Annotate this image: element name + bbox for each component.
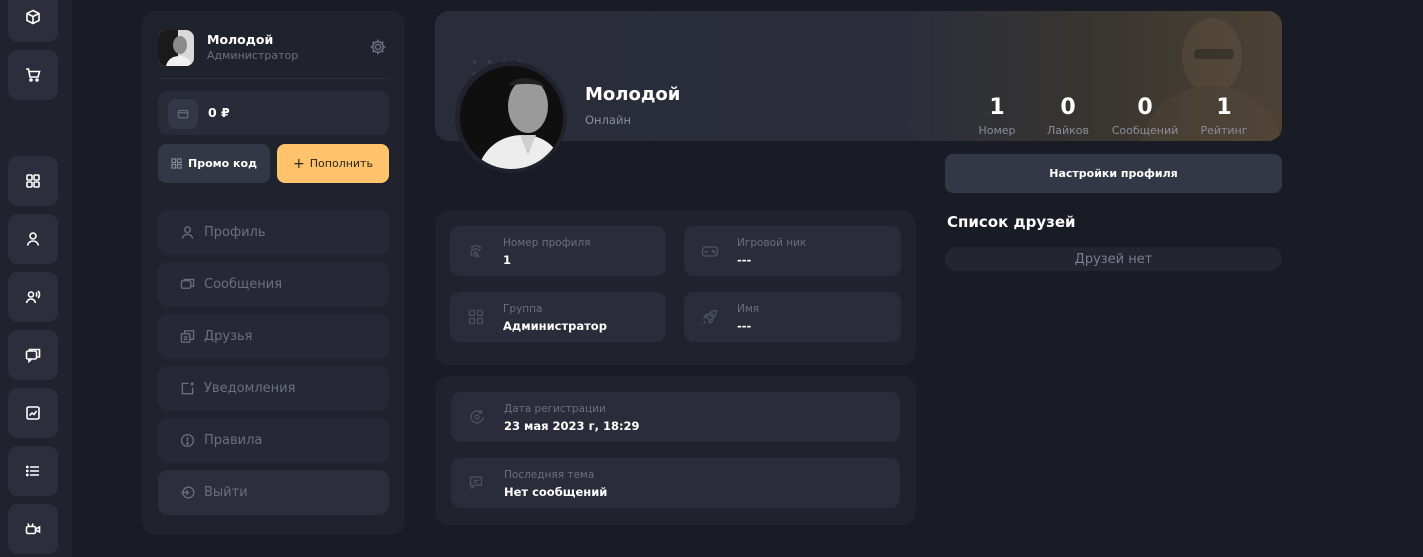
- stat-value: 1: [1216, 95, 1232, 120]
- menu-item-label: Правила: [204, 433, 263, 448]
- info-label: Игровой ник: [737, 237, 807, 249]
- balance-value: 0 ₽: [208, 105, 230, 120]
- info-value: ---: [737, 319, 752, 333]
- menu-item-friends[interactable]: Друзья: [158, 314, 389, 359]
- avatar[interactable]: [158, 30, 194, 66]
- video-button[interactable]: [8, 504, 58, 554]
- box-button[interactable]: [8, 0, 58, 42]
- stats-button[interactable]: [8, 388, 58, 438]
- users-icon: [25, 290, 41, 304]
- profile-info-panel: Номер профиля 1 Игровой ник --- Группа А…: [435, 210, 916, 365]
- video-icon: [25, 523, 41, 535]
- activity-info-panel: Дата регистрации 23 мая 2023 г, 18:29 По…: [435, 376, 916, 525]
- list-button[interactable]: [8, 446, 58, 496]
- dashboard-button[interactable]: [8, 156, 58, 206]
- info-value: ---: [737, 253, 752, 267]
- plus-icon: +: [293, 155, 305, 172]
- chat-icon: [178, 276, 196, 294]
- dashboard-icon: [26, 174, 40, 188]
- bell-icon: [178, 380, 196, 398]
- promo-code-label: Промо код: [188, 157, 257, 170]
- stat-number: 1 Номер: [957, 95, 1037, 137]
- profile-avatar-frame: [455, 61, 567, 173]
- info-card-name: Имя ---: [684, 292, 901, 342]
- info-card-game-nick: Игровой ник ---: [684, 226, 901, 276]
- cart-icon: [26, 68, 41, 82]
- stats-icon: [26, 406, 40, 420]
- info-card-profile-number: Номер профиля 1: [450, 226, 666, 276]
- box-icon: [26, 9, 40, 25]
- calendar-icon: [470, 410, 484, 424]
- menu-item-label: Уведомления: [204, 381, 296, 396]
- profile-avatar[interactable]: [459, 65, 563, 169]
- user-role: Администратор: [207, 49, 299, 62]
- info-value: Администратор: [503, 319, 607, 333]
- stat-messages: 0 Сообщений: [1105, 95, 1185, 137]
- profile-button[interactable]: [8, 214, 58, 264]
- stat-value: 1: [989, 95, 1005, 120]
- stat-value: 0: [1060, 95, 1076, 120]
- left-rail: [0, 0, 72, 557]
- menu-item-notifications[interactable]: Уведомления: [158, 366, 389, 411]
- gear-icon[interactable]: [368, 37, 388, 57]
- menu-item-label: Профиль: [204, 225, 266, 240]
- info-label: Группа: [503, 303, 543, 315]
- stat-label: Сообщений: [1111, 124, 1179, 137]
- friends-list-title: Список друзей: [947, 213, 1076, 231]
- fingerprint-icon: [470, 245, 482, 258]
- stat-likes: 0 Лайков: [1028, 95, 1108, 137]
- menu-item-label: Выйти: [204, 485, 248, 500]
- profile-name: Молодой: [585, 84, 681, 105]
- stat-label: Лайков: [1046, 124, 1090, 137]
- users-button[interactable]: [8, 272, 58, 322]
- menu-item-messages[interactable]: Сообщения: [158, 262, 389, 307]
- info-value: 1: [503, 253, 512, 267]
- info-card-group: Группа Администратор: [450, 292, 666, 342]
- messages-icon: [469, 476, 483, 490]
- menu-item-logout[interactable]: Выйти: [158, 470, 389, 515]
- forum-button[interactable]: [8, 330, 58, 380]
- topup-label: Пополнить: [309, 157, 373, 170]
- profile-icon: [26, 232, 40, 246]
- profile-status: Онлайн: [585, 113, 631, 127]
- user-name: Молодой: [207, 32, 274, 47]
- grid-icon: [468, 309, 484, 325]
- user-icon: [178, 224, 196, 242]
- friends-icon: [178, 328, 196, 346]
- cart-button[interactable]: [8, 50, 58, 100]
- menu-item-label: Друзья: [204, 329, 253, 344]
- info-card-last-topic: Последняя тема Нет сообщений: [451, 458, 900, 508]
- info-value: Нет сообщений: [504, 485, 608, 499]
- info-label: Имя: [737, 303, 760, 315]
- info-card-registration: Дата регистрации 23 мая 2023 г, 18:29: [451, 392, 900, 442]
- gamepad-icon: [701, 246, 719, 257]
- topup-button[interactable]: + Пополнить: [277, 144, 389, 183]
- info-label: Дата регистрации: [504, 403, 606, 415]
- info-label: Номер профиля: [503, 237, 591, 249]
- friends-empty-message: Друзей нет: [945, 247, 1282, 271]
- info-icon: [178, 432, 196, 450]
- menu-item-label: Сообщения: [204, 277, 283, 292]
- info-value: 23 мая 2023 г, 18:29: [504, 419, 640, 433]
- stat-rating: 1 Рейтинг: [1184, 95, 1264, 137]
- stat-value: 0: [1137, 95, 1153, 120]
- wallet-icon: [168, 99, 198, 129]
- rocket-icon: [702, 309, 718, 325]
- menu-item-profile[interactable]: Профиль: [158, 210, 389, 255]
- qr-icon: [171, 158, 182, 169]
- user-sidebar: Молодой Администратор 0 ₽ Промо код + По…: [142, 11, 405, 535]
- forum-icon: [25, 348, 41, 363]
- balance-box: 0 ₽: [158, 91, 389, 135]
- profile-settings-button[interactable]: Настройки профиля: [945, 154, 1282, 193]
- logout-icon: [178, 484, 196, 502]
- list-icon: [25, 465, 39, 477]
- promo-code-button[interactable]: Промо код: [158, 144, 270, 183]
- menu-item-rules[interactable]: Правила: [158, 418, 389, 463]
- info-label: Последняя тема: [504, 469, 595, 481]
- stat-label: Рейтинг: [1200, 124, 1248, 137]
- stat-label: Номер: [978, 124, 1016, 137]
- divider: [158, 78, 389, 79]
